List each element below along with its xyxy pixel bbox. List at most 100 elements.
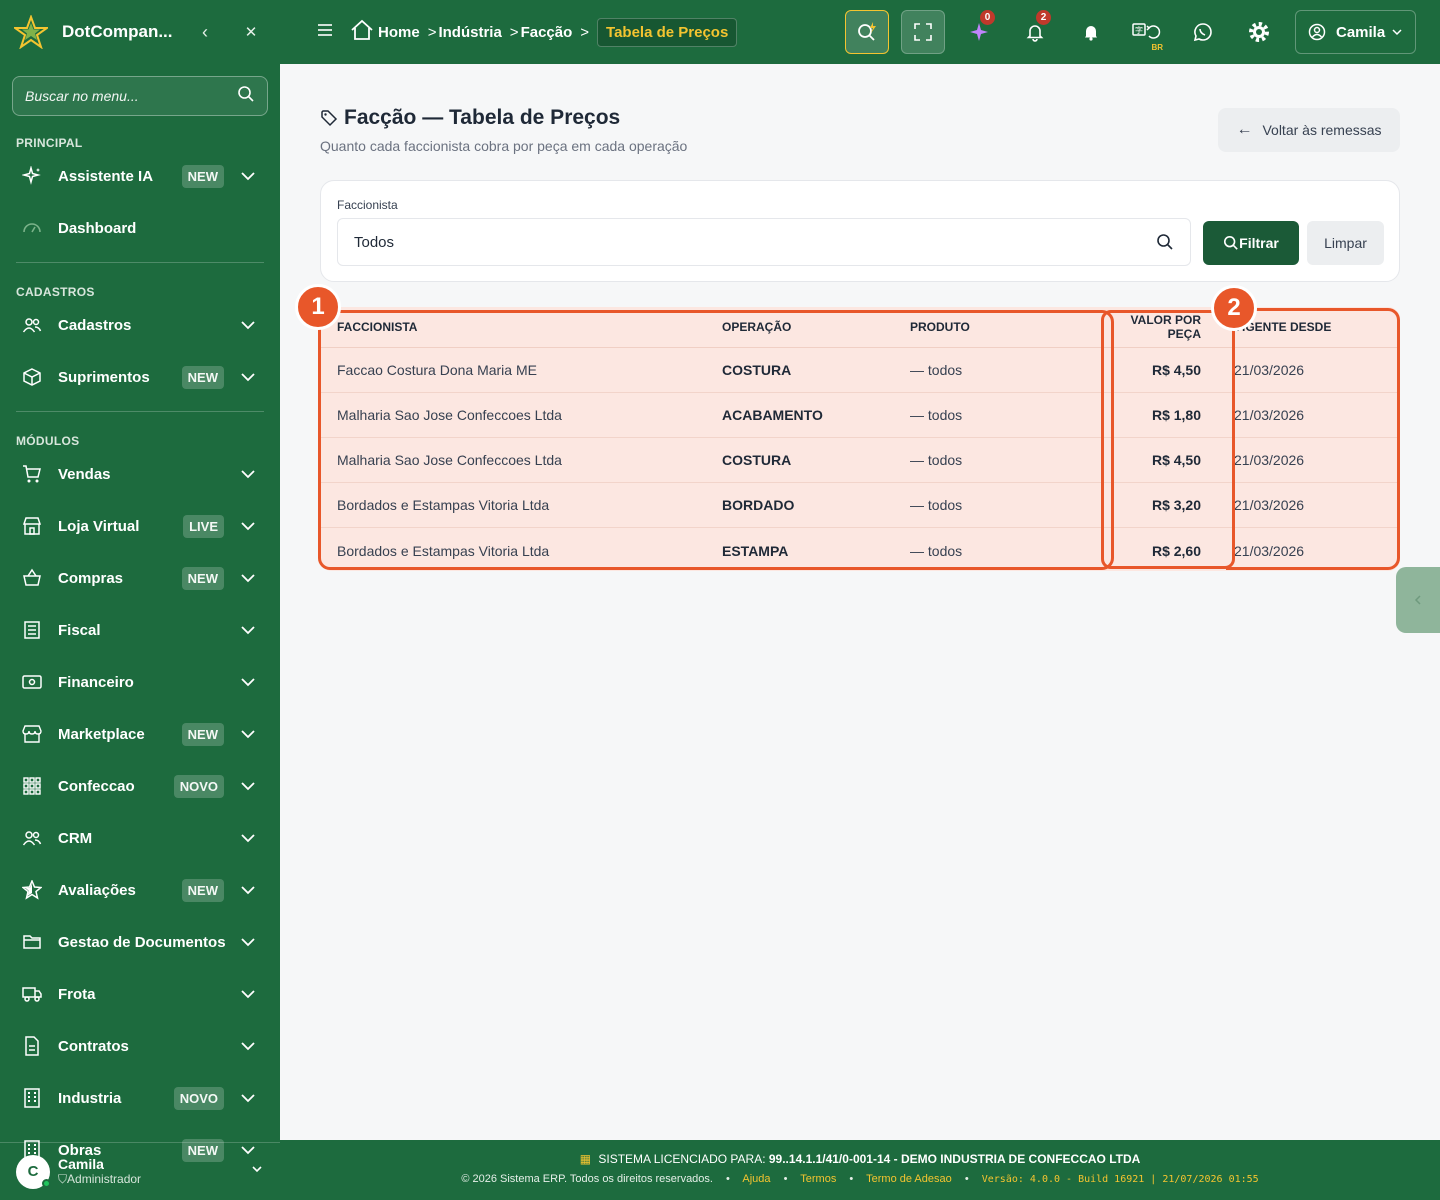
svg-text:字: 字 xyxy=(1135,25,1143,35)
topbar-actions: 0 2 字 BR Camila xyxy=(833,10,1416,54)
sidebar-item-marketplace[interactable]: Marketplace NEW xyxy=(0,708,280,760)
sidebar-item-label: CRM xyxy=(58,829,93,847)
sidebar-item-label: Assistente IA xyxy=(58,167,154,185)
chevron-down-icon[interactable] xyxy=(250,1162,264,1181)
divider xyxy=(16,411,264,412)
footer-meta: © 2026 Sistema ERP. Todos os direitos re… xyxy=(280,1173,1440,1185)
online-status-dot xyxy=(42,1178,51,1188)
notification-count-badge: 2 xyxy=(1036,10,1051,25)
side-panel-toggle[interactable] xyxy=(1396,567,1440,633)
search-icon xyxy=(1157,234,1173,250)
sidebar-item-confeccao[interactable]: Confeccao NOVO xyxy=(0,760,280,812)
home-icon[interactable] xyxy=(350,19,374,45)
chevron-down-icon xyxy=(238,725,258,743)
user-menu-button[interactable]: Camila xyxy=(1295,10,1416,54)
back-button-label: Voltar às remessas xyxy=(1262,122,1382,138)
sidebar-item-label: Vendas xyxy=(58,465,111,483)
chevron-down-icon xyxy=(238,167,258,185)
highlight-box-2 xyxy=(1101,310,1235,569)
bullet: • xyxy=(726,1173,730,1185)
faccionista-input[interactable] xyxy=(354,233,1156,251)
ai-count-badge: 0 xyxy=(980,10,995,25)
bullet: • xyxy=(783,1173,788,1185)
box-icon xyxy=(20,365,44,389)
chevron-down-icon xyxy=(238,368,258,386)
sidebar-item-contratos[interactable]: Contratos xyxy=(0,1020,280,1072)
cart-icon xyxy=(20,462,44,486)
section-modulos: MÓDULOS xyxy=(16,434,80,448)
breadcrumb-home[interactable]: Home xyxy=(378,24,420,41)
sidebar-user[interactable]: C Camila ⛉Administrador xyxy=(0,1142,280,1200)
chevron-down-icon xyxy=(238,829,258,847)
sidebar-item-assistente-ia[interactable]: Assistente IA NEW xyxy=(0,150,280,202)
shop-icon xyxy=(20,722,44,746)
sidebar-item-label: Marketplace xyxy=(58,725,145,743)
version-info: Versão: 4.0.0 - Build 16921 | 21/07/2026… xyxy=(981,1174,1259,1185)
sidebar-item-gestao-de-documentos[interactable]: Gestao de Documentos xyxy=(0,916,280,968)
breadcrumb-industria[interactable]: Indústria xyxy=(438,24,501,41)
whatsapp-button[interactable] xyxy=(1181,10,1225,54)
sidebar-item-label: Suprimentos xyxy=(58,368,150,386)
chevron-down-icon xyxy=(238,985,258,1003)
collapse-sidebar-icon[interactable]: ‹ xyxy=(190,22,220,43)
section-principal: PRINCIPAL xyxy=(16,136,83,150)
breadcrumb-faccao[interactable]: Facção xyxy=(521,24,573,41)
shield-icon: ⛉ xyxy=(58,1172,68,1186)
gear-icon xyxy=(1249,22,1269,42)
sidebar-item-label: Financeiro xyxy=(58,673,134,691)
sidebar-item-suprimentos[interactable]: Suprimentos NEW xyxy=(0,351,280,403)
fullscreen-button[interactable] xyxy=(901,10,945,54)
star-icon xyxy=(20,878,44,902)
license-label: SISTEMA LICENCIADO PARA: xyxy=(598,1152,766,1166)
faccionista-select[interactable] xyxy=(337,218,1191,266)
language-button[interactable]: 字 BR xyxy=(1125,10,1169,54)
clear-button[interactable]: Limpar xyxy=(1307,221,1384,265)
sidebar-item-label: Confeccao xyxy=(58,777,135,795)
search-icon[interactable] xyxy=(237,85,255,108)
expand-icon xyxy=(914,23,932,41)
sidebar-item-crm[interactable]: CRM xyxy=(0,812,280,864)
filter-card: Faccionista Filtrar Limpar xyxy=(320,180,1400,282)
highlight-box-1-right xyxy=(1226,308,1400,570)
whatsapp-icon xyxy=(1193,23,1212,42)
menu-icon[interactable] xyxy=(316,23,336,42)
back-to-shipments-button[interactable]: ← Voltar às remessas xyxy=(1218,108,1400,152)
sidebar-item-fiscal[interactable]: Fiscal xyxy=(0,604,280,656)
arrow-left-icon: ← xyxy=(1236,121,1253,138)
settings-button[interactable] xyxy=(1237,10,1281,54)
sidebar-item-vendas[interactable]: Vendas xyxy=(0,448,280,500)
sidebar-search-input[interactable] xyxy=(25,88,237,104)
chevron-down-icon xyxy=(238,621,258,639)
avatar: C xyxy=(16,1154,51,1189)
sidebar-item-frota[interactable]: Frota xyxy=(0,968,280,1020)
breadcrumb-active: Tabela de Preços xyxy=(597,17,738,47)
chevron-down-icon xyxy=(238,1089,258,1107)
truck-icon xyxy=(20,982,44,1006)
sidebar-item-label: Dashboard xyxy=(58,219,137,237)
alerts-button[interactable] xyxy=(1069,10,1113,54)
close-sidebar-icon[interactable]: ✕ xyxy=(236,23,266,41)
sidebar-item-loja-virtual[interactable]: Loja Virtual LIVE xyxy=(0,500,280,552)
sidebar-header: DotCompan... ‹ ✕ xyxy=(0,0,280,64)
notifications-button[interactable]: 2 xyxy=(1013,10,1057,54)
building-icon: ▦ xyxy=(579,1152,592,1166)
chevron-down-icon xyxy=(238,465,258,483)
footer-link-ajuda[interactable]: Ajuda xyxy=(742,1173,770,1185)
divider xyxy=(16,262,264,263)
footer-link-termos[interactable]: Termos xyxy=(800,1173,836,1185)
filter-button[interactable]: Filtrar xyxy=(1203,221,1299,265)
sidebar-item-avalia-es[interactable]: Avaliações NEW xyxy=(0,864,280,916)
sidebar-item-financeiro[interactable]: Financeiro xyxy=(0,656,280,708)
sidebar-item-cadastros[interactable]: Cadastros xyxy=(0,299,280,351)
sidebar-item-compras[interactable]: Compras NEW xyxy=(0,552,280,604)
sidebar-item-dashboard[interactable]: Dashboard xyxy=(0,202,280,254)
annotation-badge-2: 2 xyxy=(1211,285,1257,331)
chevron-down-icon xyxy=(238,881,258,899)
ai-assistant-button[interactable]: 0 xyxy=(957,10,1001,54)
search-icon xyxy=(1224,235,1238,250)
sidebar-item-label: Industria xyxy=(58,1089,122,1107)
footer-link-termo-adesao[interactable]: Termo de Adesao xyxy=(866,1173,952,1185)
quick-search-button[interactable] xyxy=(845,10,889,54)
sidebar-item-industria[interactable]: Industria NOVO xyxy=(0,1072,280,1124)
user-circle-icon xyxy=(1308,23,1326,41)
